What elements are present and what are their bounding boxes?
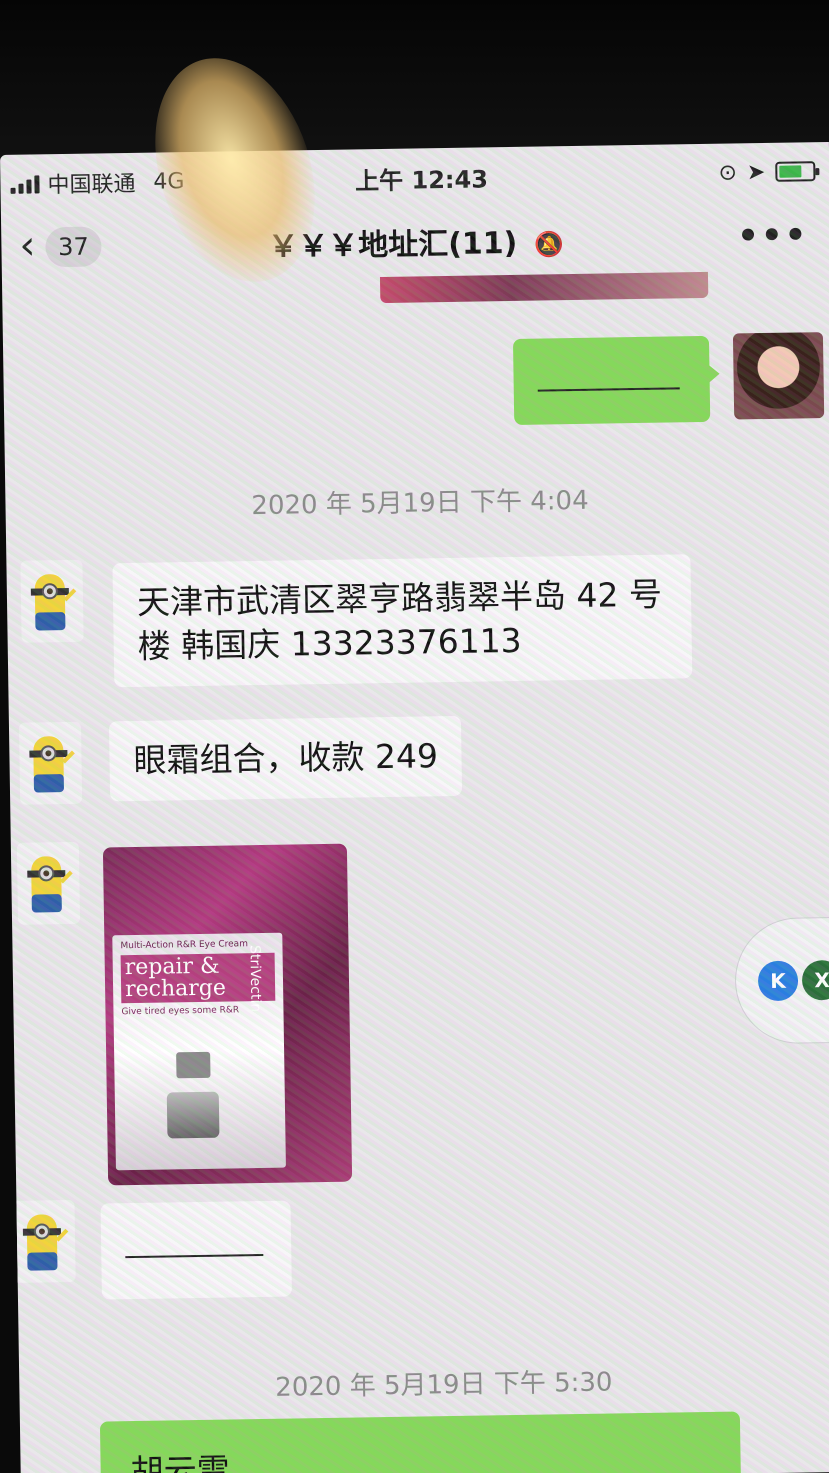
battery-icon [775,161,816,182]
timestamp: 2020 年 5月19日 下午 5:30 [275,1367,613,1403]
previous-image-message[interactable] [379,271,709,304]
carrier-label: 中国联通 [47,171,136,199]
message-bubble-other[interactable]: 天津市武清区翠亨路翡翠半岛 42 号楼 韩国庆 13323376113 [112,554,693,688]
message-bubble-self[interactable] [512,335,711,425]
product-jar-large [166,1091,220,1139]
avatar-minion[interactable] [18,721,83,805]
message-bubble-other[interactable] [100,1200,292,1300]
phone-screen: 中国联通 4G 上午 12:43 ⊙ ➤ ‹ 37 ￥￥￥地址汇(11) 🔕 •… [0,141,829,1473]
avatar-minion[interactable] [12,1199,76,1283]
floating-assistant-widget[interactable]: K X [735,917,829,1044]
message-bubble-self[interactable]: 胡云雷 [99,1411,741,1473]
avatar-minion[interactable] [16,841,81,925]
more-button[interactable]: ••• [737,215,809,256]
rotation-lock-icon: ⊙ [718,159,738,186]
chevron-left-icon: ‹ [19,222,36,269]
chat-area[interactable]: 2020 年 5月19日 下午 4:04 天津市武清区翠亨路翡翠半岛 42 号楼… [2,270,829,1473]
message-text: 胡云雷 [130,1450,230,1473]
product-jar-small [176,1051,211,1079]
chat-title: ￥￥￥地址汇(11) 🔕 [1,213,829,270]
location-icon: ➤ [746,159,766,185]
close-x-icon[interactable]: X [801,959,829,1001]
network-label: 4G [153,168,185,195]
k-app-icon[interactable]: K [757,960,799,1002]
message-text: 眼霜组合，收款 249 [133,736,439,780]
status-time: 上午 12:43 [354,164,489,195]
message-text: 天津市武清区翠亨路翡翠半岛 42 号楼 韩国庆 13323376113 [136,574,663,666]
signal-icon [10,173,40,194]
image-message[interactable]: Multi-Action R&R Eye Cream repair & rech… [102,843,353,1186]
message-text [125,1253,264,1258]
message-bubble-other[interactable]: 眼霜组合，收款 249 [108,715,463,802]
timestamp: 2020 年 5月19日 下午 4:04 [251,485,589,522]
avatar-minion[interactable] [20,559,84,643]
chat-title-text: ￥￥￥地址汇(11) [267,225,518,265]
product-brand-text: StriVectin [246,944,264,1013]
back-button[interactable]: ‹ 37 [19,222,102,269]
avatar-self[interactable] [732,332,825,420]
mute-bell-icon: 🔕 [533,230,564,259]
unread-count-badge: 37 [45,226,102,268]
message-text [537,386,680,392]
nav-bar: ‹ 37 ￥￥￥地址汇(11) 🔕 ••• [1,200,829,283]
